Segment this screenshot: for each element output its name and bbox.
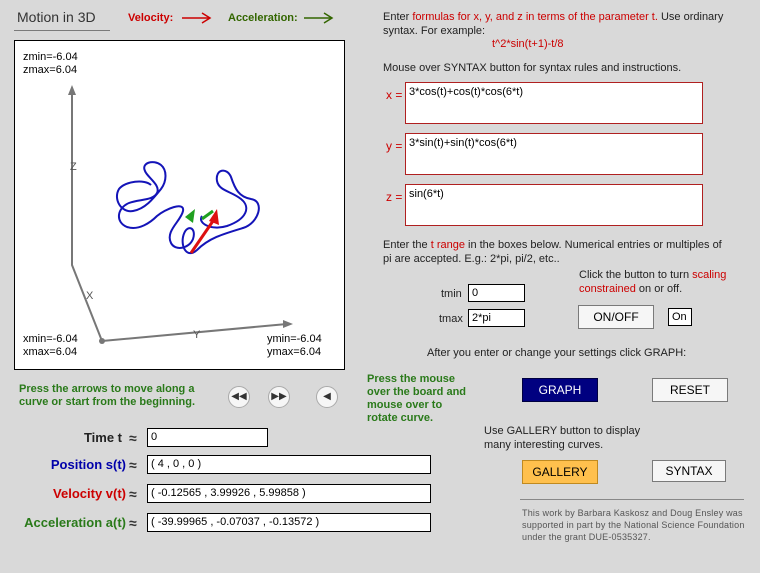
rotate-note: Press the mouse over the board and mouse… bbox=[367, 373, 467, 424]
acceleration-legend-label: Acceleration: bbox=[228, 12, 298, 24]
acceleration-arrowhead bbox=[185, 209, 195, 223]
syntax-hint: Mouse over SYNTAX button for syntax rule… bbox=[383, 62, 682, 74]
position-value-field: ( 4 , 0 , 0 ) bbox=[147, 455, 431, 474]
graph-hint: After you enter or change your settings … bbox=[427, 347, 687, 359]
tmax-label: tmax bbox=[439, 313, 463, 325]
y-axis-label: Y bbox=[193, 329, 201, 341]
tmax-input[interactable]: 2*pi bbox=[468, 309, 525, 327]
axes bbox=[68, 85, 293, 344]
velocity-approx-symbol: ≈ bbox=[129, 486, 137, 502]
title-underline bbox=[14, 30, 110, 31]
rewind-button[interactable]: ◀◀ bbox=[228, 386, 250, 408]
x-formula-label: x = bbox=[386, 88, 403, 102]
tmin-input[interactable]: 0 bbox=[468, 284, 525, 302]
credit-divider bbox=[520, 499, 744, 500]
acceleration-approx-symbol: ≈ bbox=[129, 515, 137, 531]
syntax-button[interactable]: SYNTAX bbox=[652, 460, 726, 482]
rewind-icon: ◀◀ bbox=[231, 391, 247, 402]
y-formula-input[interactable]: 3*sin(t)+sin(t)*cos(6*t) bbox=[405, 133, 703, 175]
t-range-instructions: Enter the t range in the boxes below. Nu… bbox=[383, 239, 722, 265]
formula-instructions: Enter formulas for x, y, and z in terms … bbox=[383, 11, 724, 37]
velocity-label: Velocity v(t) bbox=[53, 486, 126, 501]
acceleration-arrow-icon bbox=[304, 12, 334, 24]
app-title: Motion in 3D bbox=[17, 9, 96, 25]
scaling-instructions: Click the button to turn scaling constra… bbox=[579, 269, 727, 295]
tmin-label: tmin bbox=[441, 288, 462, 300]
z-axis-label: Z bbox=[70, 161, 77, 173]
z-formula-label: z = bbox=[386, 190, 403, 204]
gallery-hint: Use GALLERY button to display many inter… bbox=[484, 425, 641, 451]
velocity-value-field: ( -0.12565 , 3.99926 , 5.99858 ) bbox=[147, 484, 431, 503]
velocity-legend-label: Velocity: bbox=[128, 12, 174, 24]
back-to-start-button[interactable]: ◀ bbox=[316, 386, 338, 408]
graph-board[interactable]: zmin=-6.04 zmax=6.04 xmin=-6.04 xmax=6.0… bbox=[14, 40, 345, 370]
arrows-note: Press the arrows to move along a curve o… bbox=[19, 383, 196, 408]
time-label: Time t bbox=[83, 430, 122, 445]
back-arrow-icon: ◀ bbox=[323, 391, 331, 402]
example-formula: t^2*sin(t+1)-t/8 bbox=[492, 38, 564, 50]
x-axis-label: X bbox=[86, 290, 94, 302]
velocity-arrow-icon bbox=[182, 12, 212, 24]
space-curve bbox=[115, 161, 260, 255]
scaling-toggle-button[interactable]: ON/OFF bbox=[578, 305, 654, 329]
acceleration-value-field: ( -39.99965 , -0.07037 , -0.13572 ) bbox=[147, 513, 431, 532]
y-formula-label: y = bbox=[386, 139, 403, 153]
position-label: Position s(t) bbox=[50, 457, 126, 472]
position-approx-symbol: ≈ bbox=[129, 457, 137, 473]
scaling-state-indicator: On bbox=[668, 308, 692, 326]
z-formula-input[interactable]: sin(6*t) bbox=[405, 184, 703, 226]
reset-button[interactable]: RESET bbox=[652, 378, 728, 402]
gallery-button[interactable]: GALLERY bbox=[522, 460, 598, 484]
graph-button[interactable]: GRAPH bbox=[522, 378, 598, 402]
acceleration-label: Acceleration a(t) bbox=[24, 515, 126, 530]
time-value-field: 0 bbox=[147, 428, 268, 447]
fast-forward-button[interactable]: ▶▶ bbox=[268, 386, 290, 408]
fast-forward-icon: ▶▶ bbox=[271, 391, 287, 402]
credit-text: This work by Barbara Kaskosz and Doug En… bbox=[522, 508, 745, 542]
curve-plot[interactable]: Z X Y bbox=[15, 41, 345, 370]
x-formula-input[interactable]: 3*cos(t)+cos(t)*cos(6*t) bbox=[405, 82, 703, 124]
time-approx-symbol: ≈ bbox=[129, 430, 137, 446]
